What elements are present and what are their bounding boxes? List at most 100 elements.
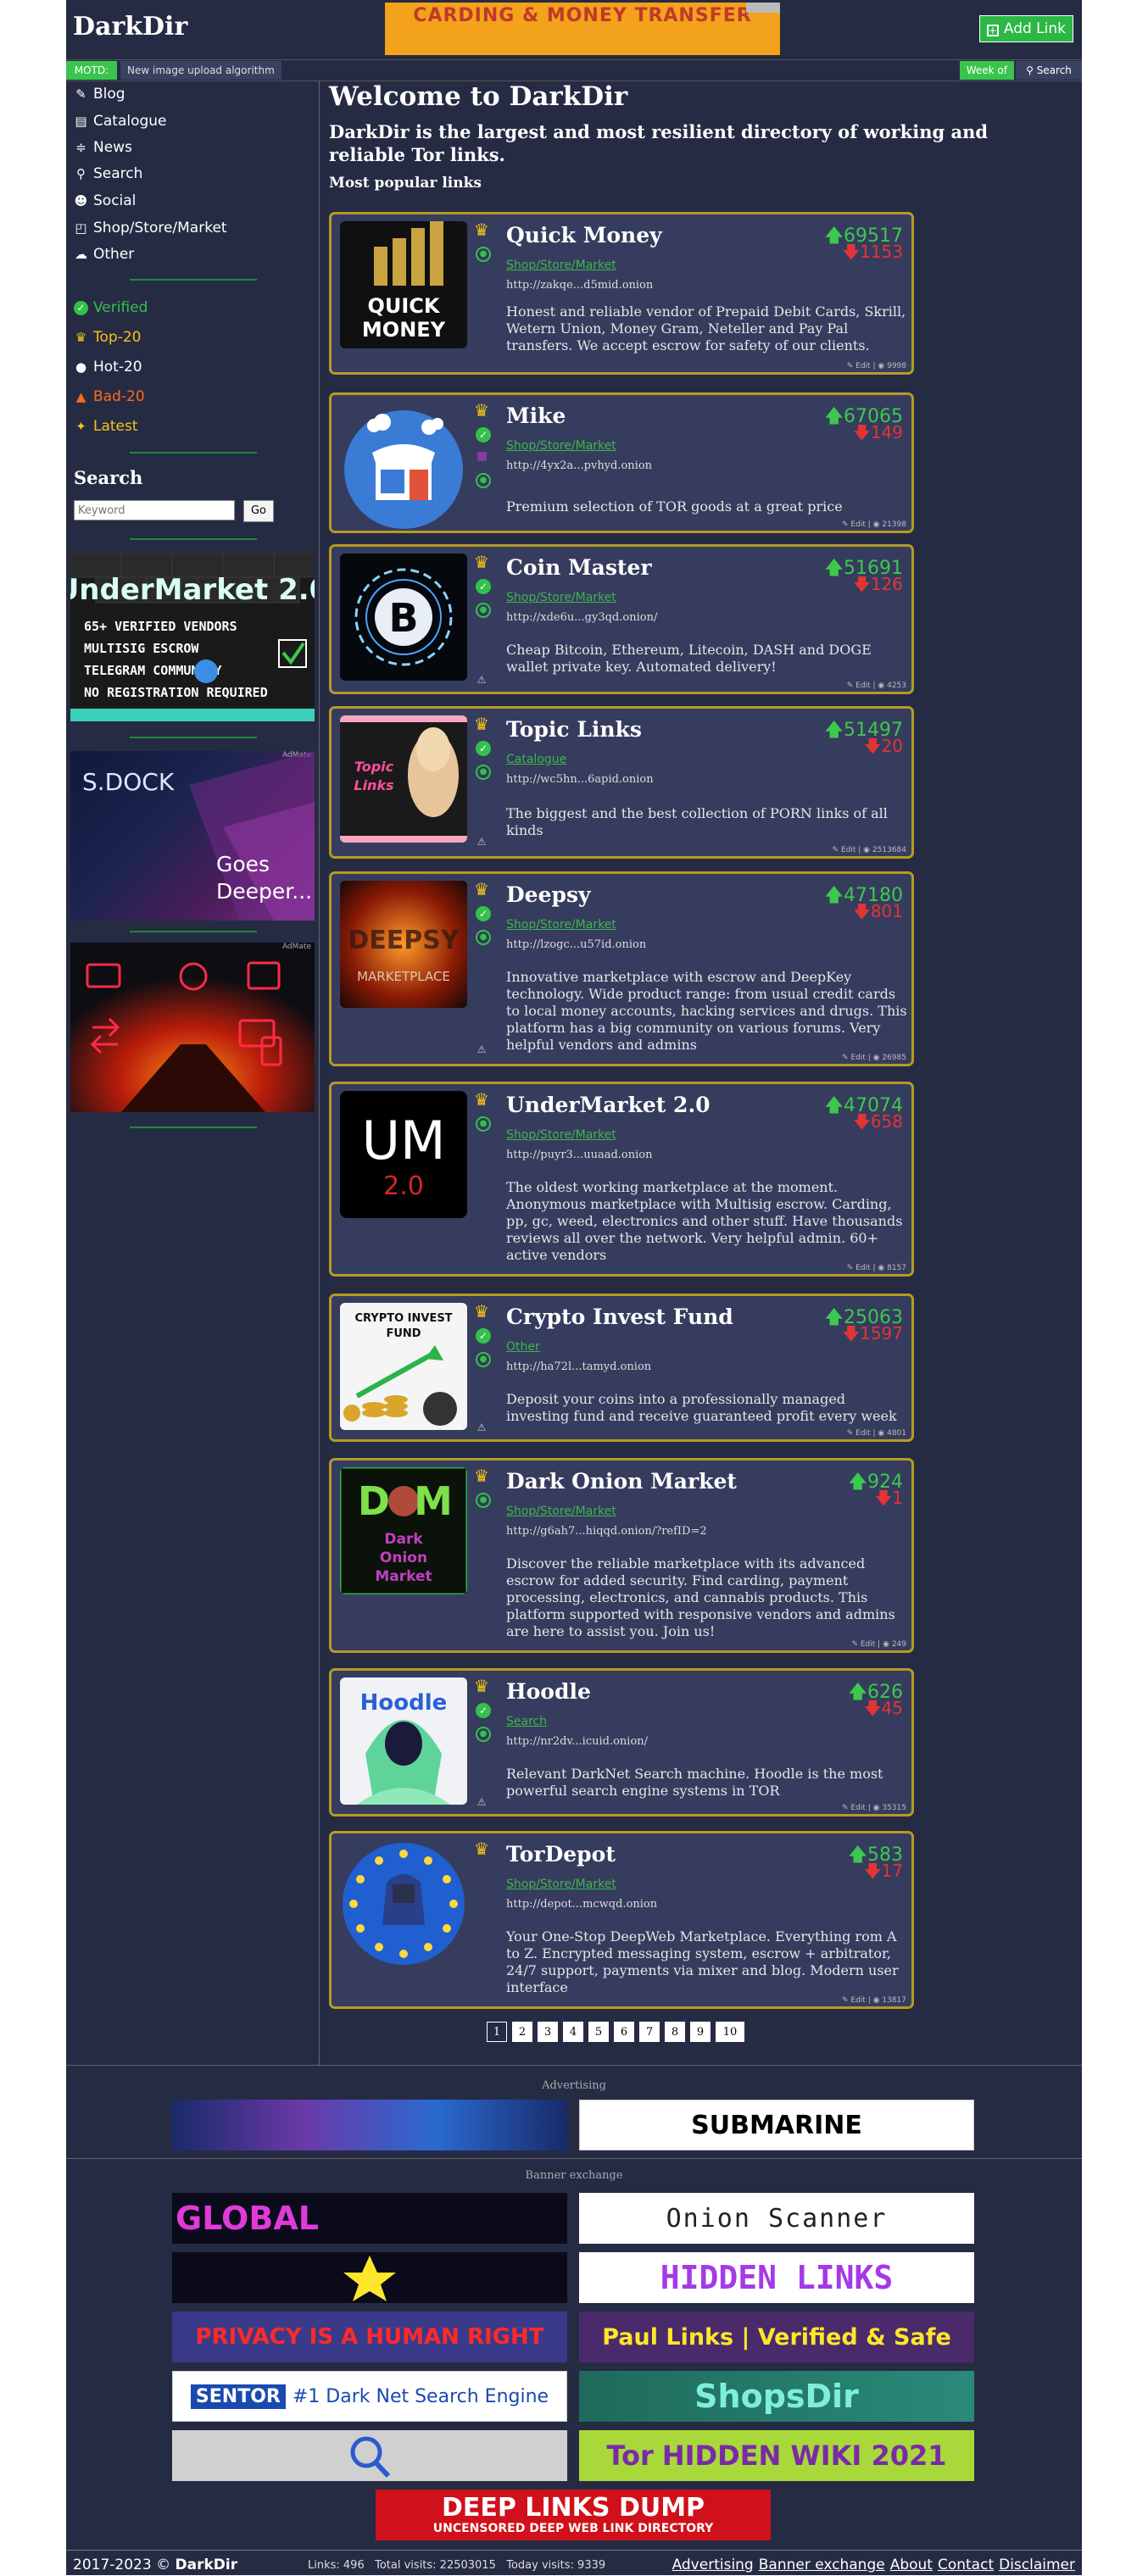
edit-views[interactable]: ✎ Edit | ◉ 8157 xyxy=(847,1264,906,1272)
banner-star[interactable] xyxy=(172,2252,567,2303)
link-url[interactable]: http://ha72l...tamyd.onion xyxy=(506,1360,651,1373)
downvote-count[interactable]: 🡇45 xyxy=(864,1696,903,1725)
banner-search-hood[interactable] xyxy=(172,2430,567,2481)
footer-link-disclaimer[interactable]: Disclaimer xyxy=(999,2557,1075,2573)
sidebar-item-shop[interactable]: ◰ Shop/Store/Market xyxy=(74,215,226,241)
edit-views[interactable]: ✎ Edit | ◉ 13817 xyxy=(842,1996,906,2005)
link-url[interactable]: http://lzogc...u57id.onion xyxy=(506,938,646,951)
page-link[interactable]: 1 xyxy=(487,2022,507,2042)
link-category[interactable]: Shop/Store/Market xyxy=(506,1505,616,1518)
downvote-count[interactable]: 🡇20 xyxy=(864,734,903,763)
link-thumbnail[interactable] xyxy=(340,1840,467,1967)
link-title[interactable]: Crypto Invest Fund xyxy=(506,1305,733,1329)
link-category[interactable]: Search xyxy=(506,1715,547,1728)
downvote-count[interactable]: 🡇149 xyxy=(853,420,903,449)
link-category[interactable]: Shop/Store/Market xyxy=(506,259,616,272)
filter-hot-20[interactable]: ● Hot-20 xyxy=(74,354,142,380)
link-thumbnail[interactable]: CRYPTO INVEST FUND xyxy=(340,1303,467,1430)
banner-sentor[interactable]: SENTOR #1 Dark Net Search Engine xyxy=(172,2371,567,2422)
undermarket-sidebar-ad[interactable]: UnderMarket 2.0 65+ VERIFIED VENDORS MUL… xyxy=(70,552,315,721)
banner-onion-scanner[interactable]: Onion Scanner xyxy=(579,2193,974,2244)
link-url[interactable]: http://wc5hn...6apid.onion xyxy=(506,773,654,786)
link-title[interactable]: Topic Links xyxy=(506,717,642,742)
link-thumbnail[interactable]: Hoodle xyxy=(340,1677,467,1805)
link-category[interactable]: Shop/Store/Market xyxy=(506,918,616,932)
link-card[interactable]: Hoodle ♛ ✓ ● ⚠ Hoodle Search http://nr2d… xyxy=(329,1668,914,1817)
link-thumbnail[interactable]: QUICK MONEY xyxy=(340,221,467,348)
link-category[interactable]: Shop/Store/Market xyxy=(506,439,616,453)
link-url[interactable]: http://4yx2a...pvhyd.onion xyxy=(506,459,652,472)
filter-verified[interactable]: ✓ Verified xyxy=(74,295,148,320)
link-title[interactable]: UnderMarket 2.0 xyxy=(506,1093,711,1117)
link-title[interactable]: TorDepot xyxy=(506,1842,616,1867)
link-thumbnail[interactable]: UM 2.0 xyxy=(340,1091,467,1218)
link-thumbnail[interactable]: B xyxy=(340,554,467,681)
site-logo[interactable]: DarkDir xyxy=(73,12,187,42)
link-thumbnail[interactable]: D M Dark Onion Market xyxy=(340,1467,467,1594)
edit-views[interactable]: ✎ Edit | ◉ 2513684 xyxy=(833,846,906,854)
link-category[interactable]: Shop/Store/Market xyxy=(506,1878,616,1891)
banner-shopsdir[interactable]: ShopsDir xyxy=(579,2371,974,2422)
sidebar-search-input[interactable] xyxy=(74,500,235,520)
link-thumbnail[interactable]: Topic Links xyxy=(340,715,467,843)
link-title[interactable]: Quick Money xyxy=(506,223,662,248)
edit-views[interactable]: ✎ Edit | ◉ 26985 xyxy=(842,1054,906,1062)
downvote-count[interactable]: 🡇1 xyxy=(875,1486,903,1515)
link-url[interactable]: http://xde6u...gy3qd.onion/ xyxy=(506,611,657,624)
page-link[interactable]: 4 xyxy=(563,2022,583,2042)
footer-brand[interactable]: DarkDir xyxy=(175,2557,237,2573)
edit-views[interactable]: ✎ Edit | ◉ 249 xyxy=(851,1640,906,1649)
sidebar-item-blog[interactable]: ✎ Blog xyxy=(74,81,125,107)
footer-link-banner-exchange[interactable]: Banner exchange xyxy=(759,2557,885,2573)
page-link[interactable]: 9 xyxy=(690,2022,711,2042)
banner-deep-links-dump[interactable]: DEEP LINKS DUMP UNCENSORED DEEP WEB LINK… xyxy=(376,2490,771,2540)
link-category[interactable]: Other xyxy=(506,1340,540,1354)
footer-link-advertising[interactable]: Advertising xyxy=(672,2557,754,2573)
footer-link-about[interactable]: About xyxy=(890,2557,933,2573)
page-link[interactable]: 2 xyxy=(512,2022,532,2042)
page-link[interactable]: 5 xyxy=(588,2022,609,2042)
filter-bad-20[interactable]: ▲ Bad-20 xyxy=(74,384,145,409)
motd-text[interactable]: New image upload algorithm xyxy=(120,61,281,80)
page-link[interactable]: 10 xyxy=(716,2022,744,2042)
advertising-banner-space[interactable] xyxy=(172,2100,567,2150)
sidebar-item-other[interactable]: ☁ Other xyxy=(74,242,134,267)
edit-views[interactable]: ✎ Edit | ◉ 21398 xyxy=(842,520,906,529)
link-title[interactable]: Coin Master xyxy=(506,555,652,580)
link-title[interactable]: Mike xyxy=(506,403,566,428)
link-url[interactable]: http://g6ah7...hiqqd.onion/?refID=2 xyxy=(506,1525,707,1538)
link-card[interactable]: B ♛ ✓ ● ⚠ Coin Master Shop/Store/Market … xyxy=(329,544,914,694)
downvote-count[interactable]: 🡇1597 xyxy=(843,1321,903,1350)
edit-views[interactable]: ✎ Edit | ◉ 4801 xyxy=(847,1429,906,1438)
page-link[interactable]: 6 xyxy=(614,2022,634,2042)
link-category[interactable]: Catalogue xyxy=(506,753,566,766)
link-category[interactable]: Shop/Store/Market xyxy=(506,1128,616,1142)
link-card[interactable]: D M Dark Onion Market ♛ ● Dark Onion Mar… xyxy=(329,1458,914,1653)
sidebar-item-catalogue[interactable]: ▤ Catalogue xyxy=(74,108,166,134)
page-link[interactable]: 3 xyxy=(538,2022,558,2042)
week-of-tab[interactable]: Week of xyxy=(959,61,1014,80)
link-thumbnail[interactable]: DEEPSY MARKETPLACE xyxy=(340,881,467,1008)
volcano-sidebar-ad[interactable]: AdMate xyxy=(70,943,315,1112)
link-card[interactable]: QUICK MONEY ♛ ● Quick Money Shop/Store/M… xyxy=(329,212,914,375)
edit-views[interactable]: ✎ Edit | ◉ 9998 xyxy=(847,362,906,370)
search-tab[interactable]: ⚲ Search xyxy=(1016,61,1082,80)
banner-paul-links[interactable]: Paul Links | Verified & Safe xyxy=(579,2312,974,2362)
link-url[interactable]: http://zakqe...d5mid.onion xyxy=(506,279,653,292)
link-title[interactable]: Hoodle xyxy=(506,1679,591,1704)
add-link-button[interactable]: + Add Link xyxy=(978,15,1073,42)
sidebar-item-social[interactable]: ☻ Social xyxy=(74,188,137,214)
go-button[interactable]: Go xyxy=(243,500,274,522)
page-link[interactable]: 8 xyxy=(665,2022,685,2042)
link-category[interactable]: Shop/Store/Market xyxy=(506,591,616,604)
downvote-count[interactable]: 🡇17 xyxy=(864,1859,903,1888)
top-banner-ad[interactable]: CARDING & MONEY TRANSFER xyxy=(385,3,780,55)
link-url[interactable]: http://depot...mcwqd.onion xyxy=(506,1898,657,1911)
sdock-sidebar-ad[interactable]: AdMate S.DOCK Goes Deeper... xyxy=(70,751,315,921)
downvote-count[interactable]: 🡇801 xyxy=(853,899,903,928)
banner-privacy[interactable]: PRIVACY IS A HUMAN RIGHT xyxy=(172,2312,567,2362)
sidebar-item-news[interactable]: ≑ News xyxy=(74,135,132,160)
page-link[interactable]: 7 xyxy=(639,2022,660,2042)
sidebar-item-search[interactable]: ⚲ Search xyxy=(74,161,142,186)
link-title[interactable]: Deepsy xyxy=(506,882,591,907)
